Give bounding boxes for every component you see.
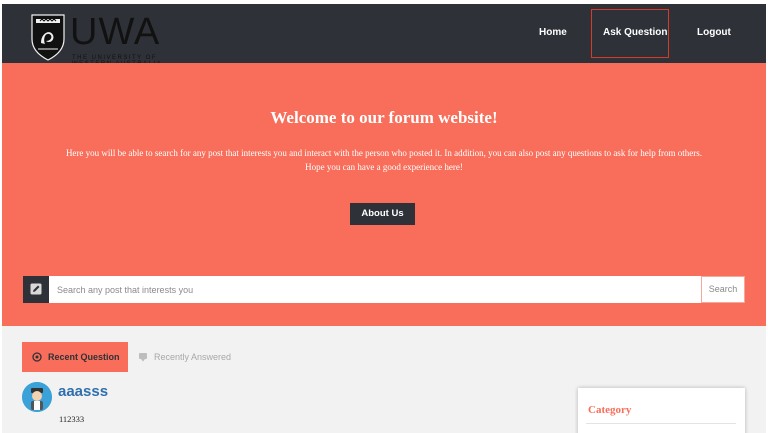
about-us-button[interactable]: About Us xyxy=(350,203,415,225)
answered-icon xyxy=(139,353,147,362)
hero-title: Welcome to our forum website! xyxy=(270,108,498,127)
crest-icon xyxy=(31,14,65,61)
question-title-link[interactable]: aaasss xyxy=(58,383,108,400)
top-navbar: UWA THE UNIVERSITY OF WESTERN AUSTRALIA … xyxy=(2,4,766,67)
nav-home-link[interactable]: Home xyxy=(539,27,567,38)
search-input[interactable] xyxy=(49,276,701,303)
nav-ask-question-link[interactable]: Ask Question xyxy=(603,27,667,38)
main-content: Recent Question Recently Answered aaasss… xyxy=(2,326,766,433)
hero-description: Here you will be able to search for any … xyxy=(32,146,736,174)
tab-recently-answered[interactable]: Recently Answered xyxy=(138,342,231,372)
divider xyxy=(586,423,736,424)
avatar[interactable] xyxy=(22,382,52,412)
hero-banner: Welcome to our forum website! Here you w… xyxy=(2,63,766,326)
uwa-logo[interactable]: UWA THE UNIVERSITY OF WESTERN AUSTRALIA xyxy=(26,11,168,67)
recent-icon xyxy=(32,352,42,362)
tab-recent-question[interactable]: Recent Question xyxy=(22,342,128,372)
edit-icon xyxy=(23,276,49,303)
hero-description-line: Hope you can have a good experience here… xyxy=(305,162,463,172)
page: UWA THE UNIVERSITY OF WESTERN AUSTRALIA … xyxy=(0,0,768,433)
user-avatar-icon xyxy=(22,382,52,412)
tab-answered-label: Recently Answered xyxy=(154,352,232,362)
search-bar: Search xyxy=(23,276,745,303)
question-body: 112333 xyxy=(59,414,85,424)
nav-logout-link[interactable]: Logout xyxy=(697,27,731,38)
hero-description-line: Here you will be able to search for any … xyxy=(65,148,703,158)
logo-text: UWA xyxy=(70,11,161,53)
tab-recent-label: Recent Question xyxy=(48,352,120,362)
category-card: Category xyxy=(578,388,745,433)
search-button[interactable]: Search xyxy=(701,276,745,303)
category-title: Category xyxy=(588,404,632,416)
